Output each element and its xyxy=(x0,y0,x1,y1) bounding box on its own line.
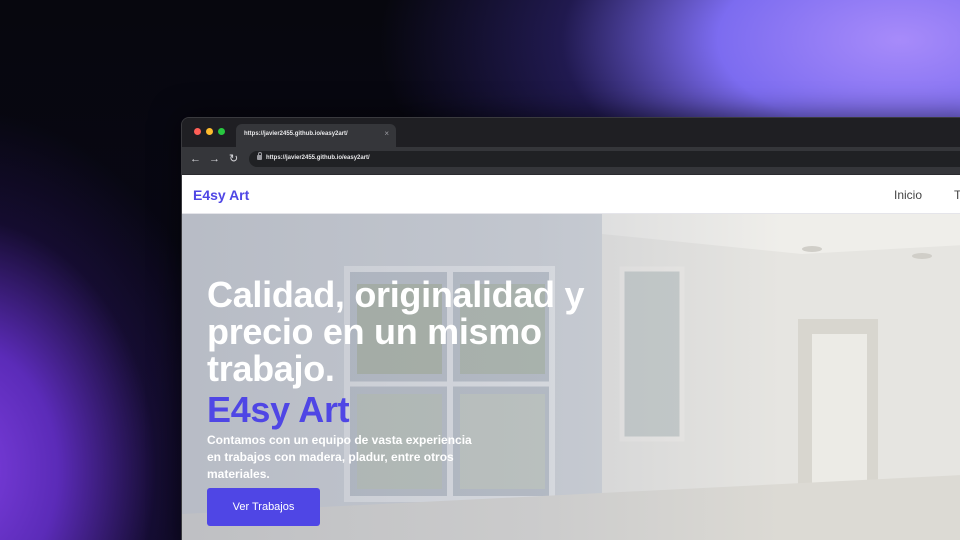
site-logo[interactable]: E4sy Art xyxy=(193,187,249,203)
hero-section: Calidad, originalidad y precio en un mis… xyxy=(182,214,960,540)
hero-description: Contamos con un equipo de vasta experien… xyxy=(207,433,472,481)
lock-icon xyxy=(257,152,262,160)
maximize-window-button[interactable] xyxy=(218,128,225,135)
url-text: https://javier2455.github.io/easy2art/ xyxy=(266,155,370,161)
reload-icon[interactable]: ↻ xyxy=(229,152,238,166)
hero-brand: E4sy Art xyxy=(207,389,350,430)
hero-title: Calidad, originalidad y precio en un mis… xyxy=(207,274,585,389)
background: https://javier2455.github.io/easy2art/ ×… xyxy=(0,0,960,540)
ver-trabajos-button[interactable]: Ver Trabajos xyxy=(207,488,320,526)
nav-link-inicio[interactable]: Inicio xyxy=(894,188,922,202)
forward-arrow-icon[interactable]: → xyxy=(209,152,220,166)
browser-window: https://javier2455.github.io/easy2art/ ×… xyxy=(181,117,960,540)
close-icon[interactable]: × xyxy=(384,129,389,138)
tab-title: https://javier2455.github.io/easy2art/ xyxy=(244,131,348,137)
tab-bar: https://javier2455.github.io/easy2art/ × xyxy=(182,118,960,147)
page-viewport: E4sy Art Inicio T xyxy=(182,175,960,540)
browser-toolbar: ← → ↻ https://javier2455.github.io/easy2… xyxy=(182,147,960,175)
browser-tab[interactable]: https://javier2455.github.io/easy2art/ × xyxy=(236,124,396,147)
close-window-button[interactable] xyxy=(194,128,201,135)
minimize-window-button[interactable] xyxy=(206,128,213,135)
back-arrow-icon[interactable]: ← xyxy=(190,152,201,166)
nav-link-truncated[interactable]: T xyxy=(954,188,960,202)
address-bar[interactable]: https://javier2455.github.io/easy2art/ xyxy=(249,151,960,167)
site-navbar: E4sy Art Inicio T xyxy=(182,175,960,214)
